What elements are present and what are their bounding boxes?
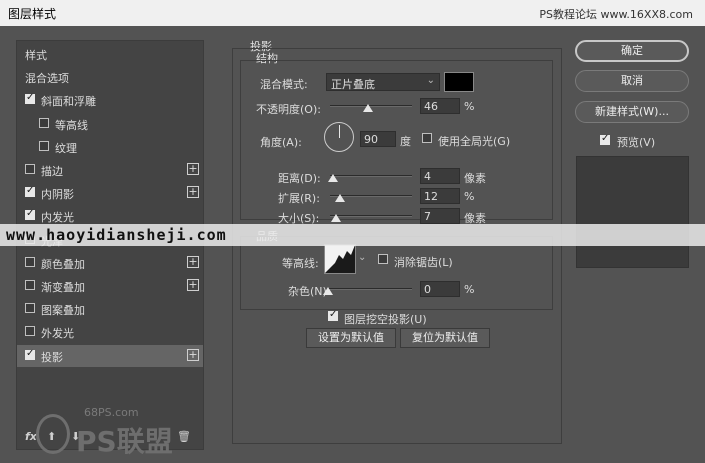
make-default-button[interactable]: 设置为默认值	[306, 328, 396, 348]
watermark-banner: www.haoyidiansheji.com	[0, 224, 705, 246]
contour-dropdown-icon[interactable]: ⌄	[358, 252, 366, 263]
antialias-label: 消除锯齿(L)	[394, 256, 453, 269]
style-item-checkbox[interactable]	[39, 140, 49, 151]
style-list-item[interactable]: 颜色叠加 +	[17, 252, 203, 274]
style-item-label: 内发光	[41, 211, 74, 225]
angle-dial[interactable]	[324, 122, 354, 152]
opacity-unit: %	[464, 100, 475, 113]
window-title: 图层样式	[8, 7, 57, 21]
style-item-checkbox[interactable]	[25, 208, 35, 221]
contour-picker[interactable]	[324, 244, 356, 274]
style-list-item[interactable]: 投影 +	[17, 344, 203, 367]
opacity-slider-knob[interactable]	[362, 104, 373, 112]
knockout-label: 图层挖空投影(U)	[344, 313, 427, 326]
distance-slider[interactable]	[330, 175, 412, 177]
style-item-label: 样式	[25, 49, 47, 62]
size-slider-knob[interactable]	[330, 214, 341, 222]
style-item-checkbox[interactable]	[25, 164, 35, 174]
add-icon[interactable]: +	[187, 255, 199, 268]
style-item-checkbox[interactable]	[25, 303, 35, 314]
knockout-checkbox[interactable]	[328, 309, 338, 321]
blend-mode-value: 正片叠底	[331, 78, 375, 91]
style-item-label: 纹理	[55, 141, 77, 155]
noise-unit: %	[464, 283, 475, 296]
style-list-item[interactable]: 斜面和浮雕	[17, 89, 203, 111]
style-list-item[interactable]: 等高线	[17, 113, 203, 135]
style-item-checkbox[interactable]	[25, 348, 35, 360]
distance-unit: 像素	[464, 172, 486, 185]
new-style-button[interactable]: 新建样式(W)...	[575, 101, 689, 123]
ok-button[interactable]: 确定	[575, 40, 689, 62]
size-slider[interactable]	[330, 215, 412, 217]
style-item-label: 外发光	[41, 327, 74, 341]
angle-input[interactable]: 90	[360, 131, 396, 147]
logo-big-text: PS联盟	[76, 425, 173, 458]
style-list-item[interactable]: 内阴影 +	[17, 182, 203, 204]
style-item-label: 等高线	[55, 118, 88, 132]
global-light-label: 使用全局光(G)	[438, 135, 511, 148]
style-item-checkbox[interactable]	[25, 280, 35, 290]
style-list-item[interactable]: 描边 +	[17, 159, 203, 181]
logo-small-text: 68PS.com	[84, 406, 139, 419]
reset-default-button[interactable]: 复位为默认值	[400, 328, 490, 348]
chevron-down-icon: ⌄	[426, 75, 435, 86]
quality-group	[240, 236, 553, 310]
style-item-label: 斜面和浮雕	[41, 95, 96, 109]
logo-watermark: 68PS.com PS联盟	[36, 406, 186, 462]
style-item-label: 内阴影	[41, 188, 74, 202]
style-item-checkbox[interactable]	[25, 185, 35, 198]
preview-checkbox[interactable]	[600, 133, 610, 145]
spread-unit: %	[464, 190, 475, 203]
shadow-color-swatch[interactable]	[444, 72, 474, 92]
size-input[interactable]: 7	[420, 208, 460, 224]
noise-slider-knob[interactable]	[323, 287, 333, 295]
style-list-item[interactable]: 混合选项	[17, 66, 203, 88]
style-item-checkbox[interactable]	[25, 326, 35, 337]
add-icon[interactable]: +	[187, 279, 199, 291]
style-list-item[interactable]: 图案叠加	[17, 298, 203, 320]
style-preview-swatch	[576, 156, 689, 268]
style-list-item[interactable]: 纹理	[17, 136, 203, 158]
distance-input[interactable]: 4	[420, 168, 460, 184]
angle-unit: 度	[400, 135, 411, 148]
noise-input[interactable]: 0	[420, 281, 460, 297]
style-item-label: 图案叠加	[41, 304, 85, 318]
cancel-button[interactable]: 取消	[575, 70, 689, 92]
add-icon[interactable]: +	[187, 186, 199, 199]
style-list-item[interactable]: 外发光	[17, 321, 203, 343]
angle-label: 角度(A):	[260, 136, 302, 149]
style-item-label: 投影	[41, 350, 63, 364]
contour-label: 等高线:	[282, 257, 319, 270]
contour-curve-icon	[325, 245, 355, 273]
noise-slider[interactable]	[328, 288, 412, 290]
preview-label: 预览(V)	[617, 136, 656, 149]
logo-emblem-icon	[36, 414, 70, 454]
distance-label: 距离(D):	[278, 172, 321, 185]
blend-mode-select[interactable]: 正片叠底 ⌄	[326, 73, 440, 91]
title-bar: 图层样式 PS教程论坛 www.16XX8.com	[0, 0, 705, 26]
opacity-label: 不透明度(O):	[256, 103, 321, 116]
add-icon[interactable]: +	[187, 163, 199, 175]
style-item-label: 颜色叠加	[41, 257, 85, 271]
style-item-label: 渐变叠加	[41, 281, 85, 294]
style-list-item[interactable]: 渐变叠加 +	[17, 275, 203, 297]
distance-slider-knob[interactable]	[328, 174, 339, 182]
style-item-checkbox[interactable]	[25, 92, 35, 105]
style-list-item[interactable]: 样式	[17, 43, 203, 65]
blend-mode-label: 混合模式:	[260, 78, 308, 91]
opacity-input[interactable]: 46	[420, 98, 460, 114]
add-icon[interactable]: +	[187, 348, 199, 361]
style-item-checkbox[interactable]	[25, 256, 35, 267]
style-item-checkbox[interactable]	[39, 117, 49, 128]
style-item-label: 混合选项	[25, 72, 69, 86]
spread-slider-knob[interactable]	[334, 194, 345, 202]
spread-label: 扩展(R):	[278, 192, 320, 205]
antialias-checkbox[interactable]	[378, 254, 388, 264]
style-item-label: 描边	[41, 165, 63, 178]
global-light-checkbox[interactable]	[422, 133, 432, 143]
spread-input[interactable]: 12	[420, 188, 460, 204]
watermark-top: PS教程论坛 www.16XX8.com	[539, 8, 693, 21]
